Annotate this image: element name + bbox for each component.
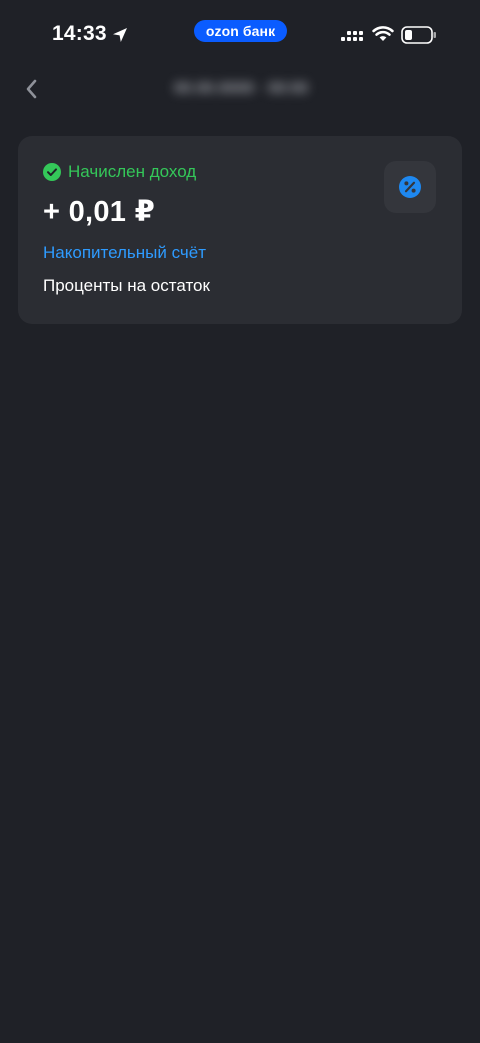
status-time: 14:33 bbox=[52, 22, 107, 45]
wifi-icon bbox=[372, 26, 394, 41]
location-arrow-icon bbox=[113, 28, 127, 42]
status-row: Начислен доход bbox=[43, 162, 196, 182]
amount: + 0,01 ₽ bbox=[43, 196, 156, 228]
status-bar: 14:33 ozon банк bbox=[0, 0, 480, 70]
battery-icon bbox=[401, 26, 436, 44]
header-title: 00.00.0000 · 00:00 bbox=[173, 80, 309, 97]
screen: 14:33 ozon банк 00.00.0000 · 00:00 Начис… bbox=[0, 0, 480, 1043]
cellular-signal-icon bbox=[341, 31, 363, 41]
account-link[interactable]: Накопительный счёт bbox=[43, 243, 206, 263]
bank-pill: ozon банк bbox=[194, 20, 287, 42]
chevron-left-icon bbox=[26, 79, 37, 99]
percent-icon bbox=[399, 176, 421, 198]
status-text: Начислен доход bbox=[68, 162, 197, 181]
check-circle-icon bbox=[43, 163, 61, 181]
category-badge bbox=[384, 161, 436, 213]
operation-description: Проценты на остаток bbox=[43, 276, 210, 295]
back-button[interactable] bbox=[18, 76, 44, 102]
operation-card: Начислен доход + 0,01 ₽ Накопительный сч… bbox=[18, 136, 462, 324]
